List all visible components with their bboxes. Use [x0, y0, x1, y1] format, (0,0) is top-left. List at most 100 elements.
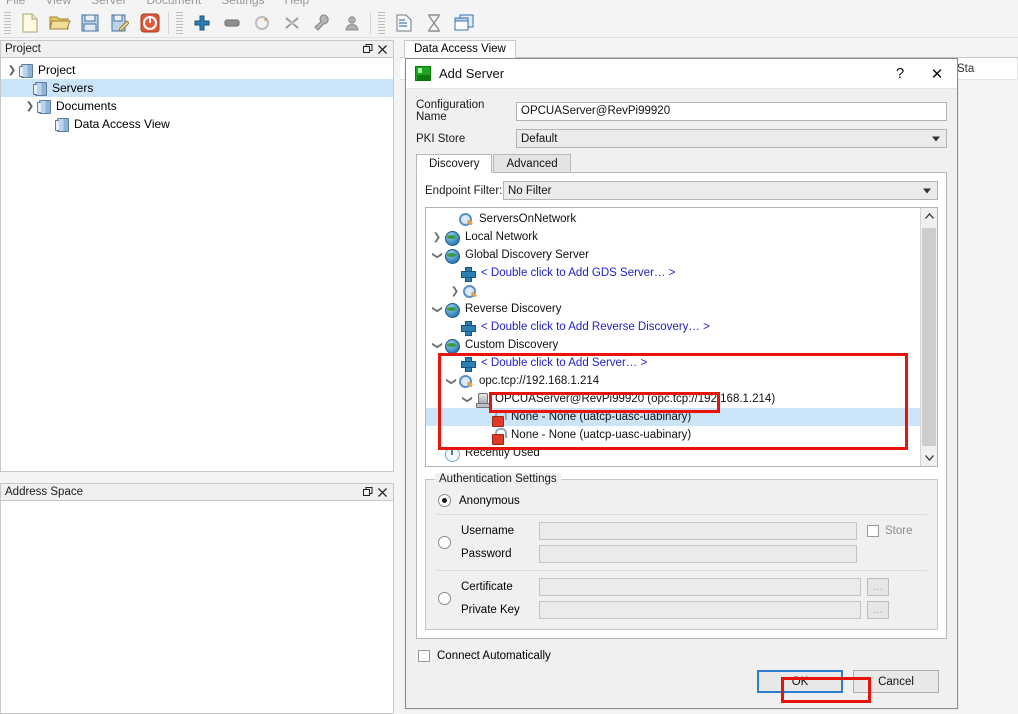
discovery-item-reverse-discovery[interactable]: ❯ Reverse Discovery [426, 300, 920, 318]
connect-automatically-row[interactable]: Connect Automatically [418, 644, 945, 662]
project-panel-close-icon[interactable] [375, 42, 389, 56]
toolbar-grip[interactable] [4, 12, 11, 34]
anonymous-radio[interactable] [438, 494, 451, 507]
connect-automatically-checkbox[interactable] [418, 650, 430, 662]
tree-item-project[interactable]: ❯ Project [1, 61, 393, 79]
discovery-item-local-network[interactable]: ❯ Local Network [426, 228, 920, 246]
certificate-section: Certificate … Private Key … [436, 578, 927, 619]
discovery-item-server[interactable]: ❯ OPCUAServer@RevPi99920 (opc.tcp://192.… [426, 390, 920, 408]
discovery-item-global-discovery-server[interactable]: ❯ Global Discovery Server [426, 246, 920, 264]
discovery-tree[interactable]: ServersOnNetwork ❯ Local Network ❯ Globa… [426, 208, 920, 466]
new-data-logger-view-icon[interactable] [419, 9, 449, 37]
close-icon[interactable]: ✕ [917, 65, 957, 83]
tab-discovery[interactable]: Discovery [416, 154, 492, 173]
new-data-access-view-icon[interactable] [389, 9, 419, 37]
certificate-browse-button[interactable]: … [867, 578, 889, 596]
scroll-up-icon[interactable] [921, 208, 937, 225]
scrollbar-thumb[interactable] [922, 228, 936, 446]
address-space-close-icon[interactable] [375, 485, 389, 499]
configuration-name-input[interactable]: OPCUAServer@RevPi99920 [516, 102, 947, 121]
discovery-item-endpoint-none-2[interactable]: None - None (uatcp-uasc-uabinary) [426, 426, 920, 444]
private-key-input[interactable] [539, 601, 861, 619]
discovery-item-add-server[interactable]: < Double click to Add Server… > [426, 354, 920, 372]
menu-item-settings[interactable]: Settings [221, 0, 264, 7]
disconnect-all-icon[interactable] [277, 9, 307, 37]
disconnect-icon[interactable] [135, 9, 165, 37]
discovery-tree-box: ServersOnNetwork ❯ Local Network ❯ Globa… [425, 207, 938, 467]
save-icon[interactable] [75, 9, 105, 37]
column-header-status[interactable]: Sta [951, 58, 1018, 80]
discovery-item-endpoint-none-1[interactable]: None - None (uatcp-uasc-uabinary) [426, 408, 920, 426]
toolbar-grip-3[interactable] [378, 12, 385, 34]
ok-button[interactable]: OK [757, 670, 843, 693]
folder-icon [33, 82, 47, 95]
password-input[interactable] [539, 545, 857, 563]
certificate-input[interactable] [539, 578, 861, 596]
refresh-icon[interactable] [247, 9, 277, 37]
tab-advanced[interactable]: Advanced [493, 154, 570, 173]
twisty-icon[interactable]: ❯ [5, 65, 19, 76]
project-tree[interactable]: ❯ Project Servers ❯ Documents Data Ac [1, 58, 393, 133]
endpoint-filter-select[interactable]: No Filter [503, 181, 938, 200]
endpoint-filter-row: Endpoint Filter: No Filter [425, 181, 938, 200]
private-key-row: Private Key … [461, 601, 927, 619]
toolbar-grip-2[interactable] [176, 12, 183, 34]
menu-item-server[interactable]: Server [91, 0, 126, 7]
discovery-item-recently-used[interactable]: Recently Used [426, 444, 920, 462]
discovery-item-servers-on-network[interactable]: ServersOnNetwork [426, 210, 920, 228]
discovery-item-add-reverse-discovery[interactable]: < Double click to Add Reverse Discovery…… [426, 318, 920, 336]
username-password-radio[interactable] [438, 536, 451, 549]
pki-store-select[interactable]: Default [516, 129, 947, 148]
discovery-tab-pane: Endpoint Filter: No Filter ServersOnNetw… [416, 172, 947, 639]
discovery-tree-scrollbar[interactable] [920, 208, 937, 466]
twisty-icon[interactable]: ❯ [432, 248, 443, 262]
divider [436, 514, 927, 515]
globe-icon [444, 248, 460, 263]
add-server-icon[interactable] [187, 9, 217, 37]
username-input[interactable] [539, 522, 857, 540]
discovery-item-endpoint-url[interactable]: ❯ opc.tcp://192.168.1.214 [426, 372, 920, 390]
scroll-down-icon[interactable] [921, 449, 937, 466]
menu-item-view[interactable]: View [45, 0, 71, 7]
folder-icon [19, 64, 33, 77]
discovery-item-add-gds-server[interactable]: < Double click to Add GDS Server… > [426, 264, 920, 282]
twisty-icon[interactable]: ❯ [23, 101, 37, 112]
project-panel-float-icon[interactable] [361, 42, 375, 56]
twisty-icon[interactable]: ❯ [448, 286, 462, 297]
menu-item-file[interactable]: File [6, 0, 25, 7]
anonymous-row[interactable]: Anonymous [436, 494, 927, 507]
store-checkbox-row[interactable]: Store [867, 525, 927, 537]
store-checkbox[interactable] [867, 525, 879, 537]
cancel-button[interactable]: Cancel [853, 670, 939, 693]
new-document-icon[interactable] [15, 9, 45, 37]
remove-server-icon[interactable] [217, 9, 247, 37]
tree-item-documents[interactable]: ❯ Documents [1, 97, 393, 115]
user-icon[interactable] [337, 9, 367, 37]
chevron-down-icon [923, 188, 931, 193]
menu-item-document[interactable]: Document [146, 0, 201, 7]
certificate-row: Certificate … [461, 578, 927, 596]
discovery-item-gds-search[interactable]: ❯ [426, 282, 920, 300]
menu-item-help[interactable]: Help [285, 0, 310, 7]
tree-item-data-access-view[interactable]: Data Access View [1, 115, 393, 133]
tab-data-access-view[interactable]: Data Access View [404, 40, 516, 58]
private-key-browse-button[interactable]: … [867, 601, 889, 619]
discovery-item-custom-discovery[interactable]: ❯ Custom Discovery [426, 336, 920, 354]
save-as-icon[interactable] [105, 9, 135, 37]
address-space-panel-body[interactable] [0, 501, 394, 714]
certificate-radio[interactable] [438, 592, 451, 605]
twisty-icon[interactable]: ❯ [430, 232, 444, 243]
new-window-icon[interactable] [449, 9, 479, 37]
help-icon[interactable]: ? [883, 65, 917, 82]
open-folder-icon[interactable] [45, 9, 75, 37]
discovery-item-label: opc.tcp://192.168.1.214 [479, 375, 599, 387]
twisty-icon[interactable]: ❯ [446, 374, 457, 388]
address-space-float-icon[interactable] [361, 485, 375, 499]
twisty-icon[interactable]: ❯ [432, 302, 443, 316]
twisty-icon[interactable]: ❯ [432, 338, 443, 352]
tree-item-servers[interactable]: Servers [1, 79, 393, 97]
username-password-section: Username Store Password [436, 522, 927, 563]
plus-icon [460, 266, 476, 281]
configure-icon[interactable] [307, 9, 337, 37]
twisty-icon[interactable]: ❯ [462, 392, 473, 406]
